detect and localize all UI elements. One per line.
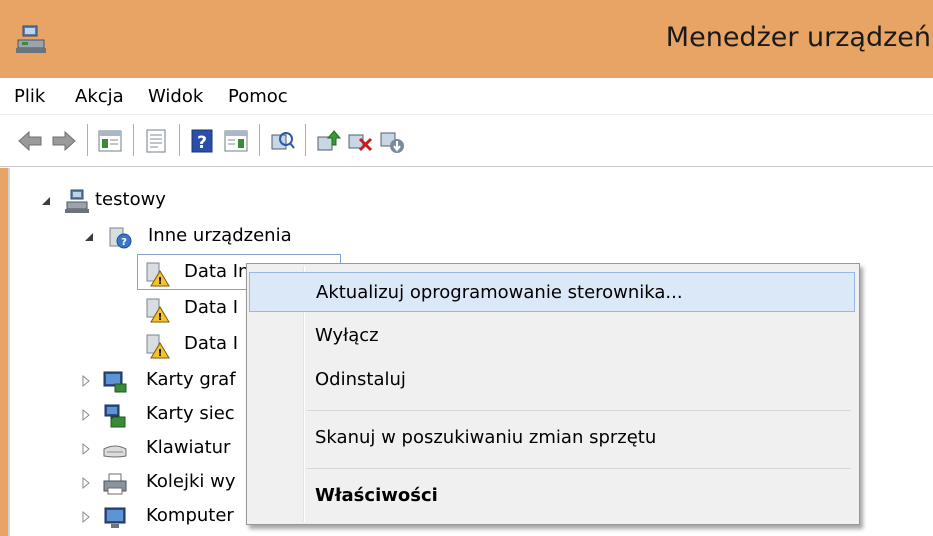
display-adapter-icon — [103, 371, 127, 393]
menu-item-uninstall[interactable]: Odinstaluj — [249, 360, 855, 400]
toolbar-separator — [179, 124, 180, 156]
context-menu: Aktualizuj oprogramowanie sterownika... … — [246, 263, 860, 525]
menu-item-label: Wyłącz — [315, 325, 379, 346]
tree-node-data-interface[interactable]: ! Data I — [144, 292, 244, 326]
tree-node-label: Komputer — [146, 505, 234, 526]
menu-item-label: Właściwości — [315, 485, 438, 506]
network-adapter-icon — [104, 404, 126, 428]
back-icon[interactable] — [16, 127, 44, 155]
tree-node-label: Data I — [184, 297, 239, 318]
collapsed-arrow-icon[interactable] — [80, 477, 92, 489]
toolbar-separator — [133, 124, 134, 156]
tree-node-label: testowy — [95, 189, 166, 210]
warning-device-icon: ! — [146, 298, 170, 323]
menu-bar: Plik Akcja Widok Pomoc — [0, 78, 933, 115]
show-hide-console-tree-icon[interactable] — [96, 127, 124, 155]
menu-pomoc[interactable]: Pomoc — [228, 86, 288, 107]
svg-text:!: ! — [158, 312, 163, 323]
tree-node-keyboards[interactable]: Klawiatur — [80, 432, 250, 466]
monitor-icon — [104, 507, 126, 528]
keyboard-icon — [103, 445, 127, 458]
tree-node-display-adapters[interactable]: Karty graf — [80, 364, 250, 398]
collapsed-arrow-icon[interactable] — [80, 443, 92, 455]
tree-node-label: Kolejki wy — [146, 471, 236, 492]
toolbar-separator — [259, 124, 260, 156]
disable-device-icon[interactable] — [346, 127, 374, 155]
menu-item-update-driver[interactable]: Aktualizuj oprogramowanie sterownika... — [249, 272, 855, 312]
toolbar-separator — [87, 124, 88, 156]
menu-plik[interactable]: Plik — [14, 86, 45, 107]
menu-widok[interactable]: Widok — [148, 86, 203, 107]
scan-hardware-icon[interactable] — [268, 127, 296, 155]
svg-text:?: ? — [121, 237, 127, 248]
tree-node-print-queues[interactable]: Kolejki wy — [80, 466, 250, 500]
menu-separator — [307, 410, 851, 411]
menu-item-label: Aktualizuj oprogramowanie sterownika... — [316, 282, 683, 303]
properties-icon[interactable] — [142, 127, 170, 155]
tree-node-computer[interactable]: Komputer — [80, 500, 250, 534]
window-left-edge-inner — [8, 168, 10, 536]
toolbar: ? — [0, 115, 933, 167]
forward-icon[interactable] — [50, 127, 78, 155]
svg-text:?: ? — [197, 133, 207, 153]
warning-device-icon: ! — [146, 334, 170, 359]
title-bar: Menedżer urządzeń — [0, 0, 933, 78]
window-title: Menedżer urządzeń — [665, 22, 931, 53]
tree-node-data-interface[interactable]: ! Data I — [144, 328, 244, 362]
toolbar-separator — [305, 124, 306, 156]
tree-node-label: Karty graf — [146, 369, 236, 390]
menu-separator — [307, 468, 851, 469]
tree-node-label: Data I — [184, 333, 239, 354]
expanded-arrow-icon[interactable] — [83, 231, 95, 243]
menu-item-disable[interactable]: Wyłącz — [249, 316, 855, 356]
tree-node-label: Karty siec — [146, 403, 235, 424]
tree-node-other-devices[interactable]: ? Inne urządzenia — [83, 220, 343, 254]
expanded-arrow-icon[interactable] — [40, 195, 52, 207]
svg-text:!: ! — [158, 348, 163, 359]
uninstall-device-icon[interactable] — [378, 127, 406, 155]
menu-item-scan-hardware[interactable]: Skanuj w poszukiwaniu zmian sprzętu — [249, 418, 855, 458]
menu-item-properties[interactable]: Właściwości — [249, 476, 855, 516]
menu-akcja[interactable]: Akcja — [75, 86, 124, 107]
window-left-edge — [0, 168, 8, 536]
update-driver-icon[interactable] — [314, 127, 342, 155]
tree-node-label: Klawiatur — [146, 437, 231, 458]
menu-item-label: Odinstaluj — [315, 369, 406, 390]
warning-device-icon: ! — [146, 262, 170, 287]
tree-node-root[interactable]: testowy — [40, 184, 240, 218]
computer-icon — [65, 189, 89, 213]
unknown-device-icon: ? — [109, 227, 132, 249]
tree-node-network-adapters[interactable]: Karty siec — [80, 398, 250, 432]
collapsed-arrow-icon[interactable] — [80, 409, 92, 421]
device-manager-icon — [16, 25, 46, 53]
printer-icon — [103, 473, 127, 495]
help-icon[interactable]: ? — [188, 127, 216, 155]
collapsed-arrow-icon[interactable] — [80, 511, 92, 523]
menu-item-label: Skanuj w poszukiwaniu zmian sprzętu — [315, 427, 657, 448]
show-action-pane-icon[interactable] — [222, 127, 250, 155]
svg-text:!: ! — [158, 276, 163, 287]
collapsed-arrow-icon[interactable] — [80, 375, 92, 387]
tree-node-label: Inne urządzenia — [148, 225, 292, 246]
